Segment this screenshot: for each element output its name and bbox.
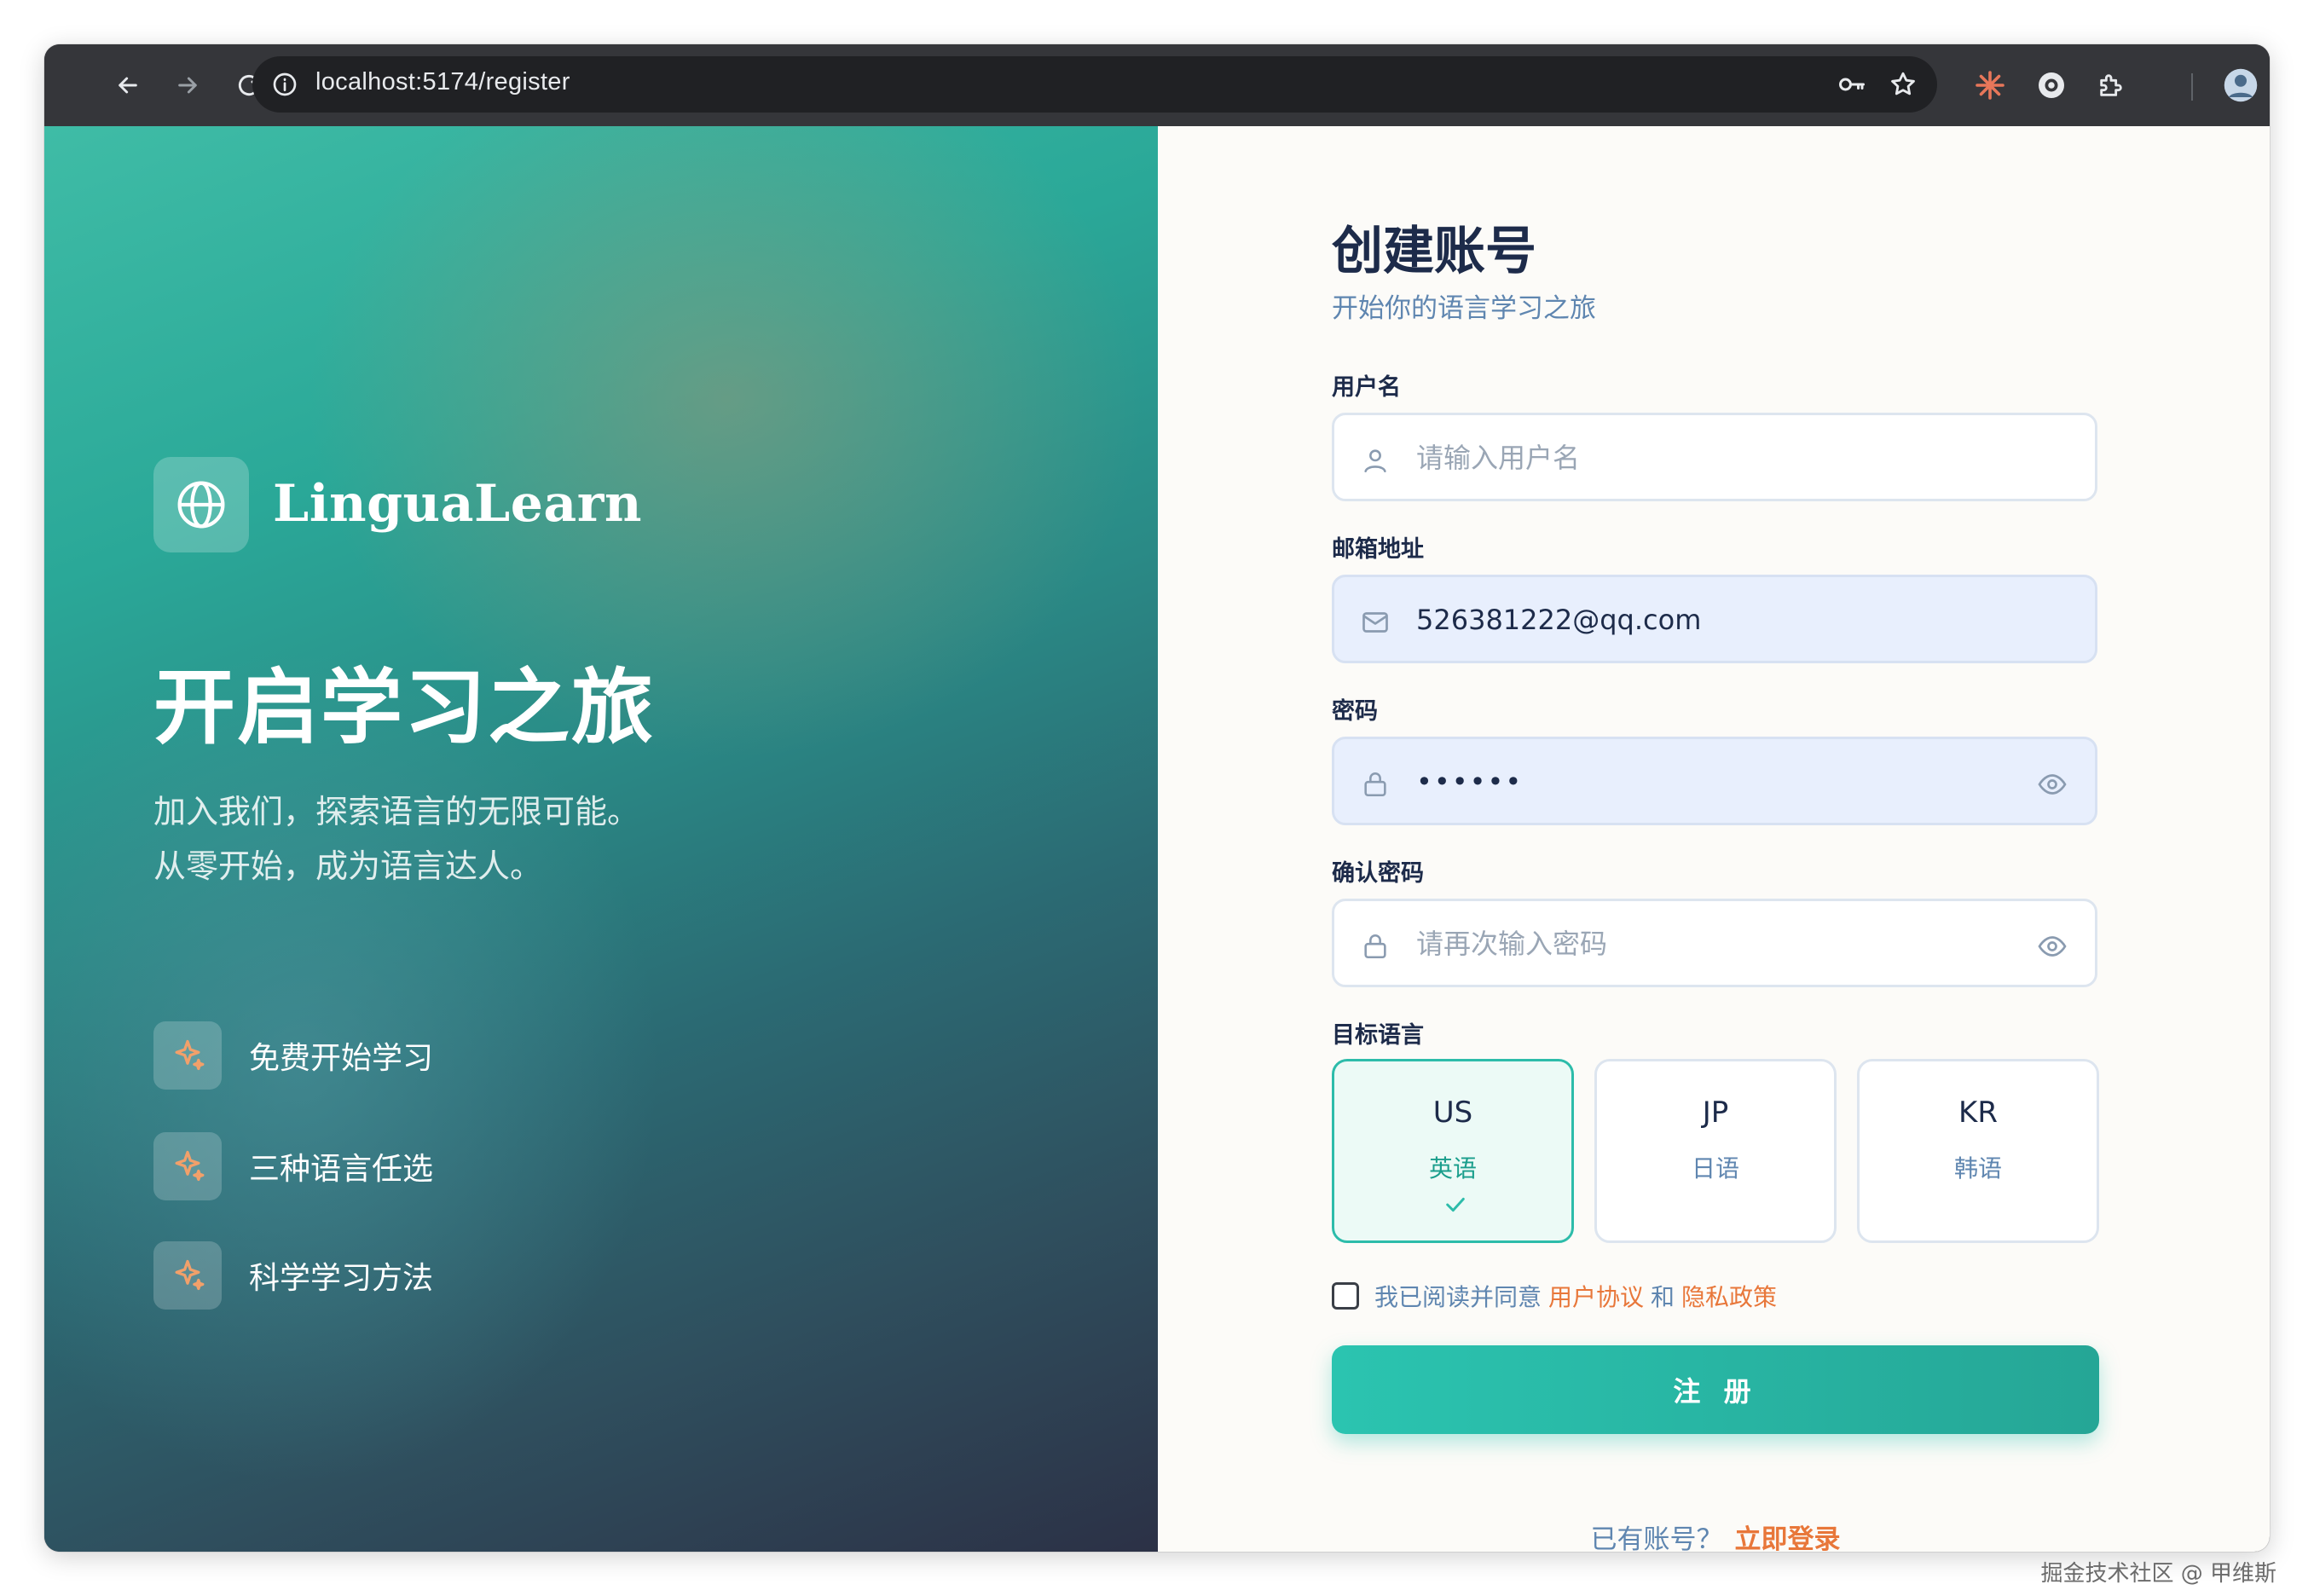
sparkle-icon [153, 1021, 222, 1090]
language-option-japanese[interactable]: JP 日语 [1594, 1059, 1837, 1243]
feature-item: 免费开始学习 [153, 1021, 433, 1090]
agree-prefix: 我已阅读并同意 [1374, 1283, 1542, 1311]
confirm-password-field-wrapper [1332, 899, 2097, 987]
feature-label: 免费开始学习 [249, 1041, 434, 1076]
language-name: 英语 [1428, 1154, 1477, 1183]
bookmark-star-icon[interactable] [1883, 64, 1924, 105]
back-arrow-icon[interactable] [104, 61, 152, 109]
forward-arrow-icon[interactable] [164, 61, 211, 109]
privacy-policy-link[interactable]: 隐私政策 [1681, 1279, 1777, 1313]
login-link[interactable]: 立即登录 [1735, 1524, 1841, 1552]
email-label: 邮箱地址 [1332, 536, 1424, 563]
agreement-row: 我已阅读并同意 用户协议 和 隐私政策 [1332, 1279, 1784, 1313]
browser-window: localhost:5174/register LinguaLearn 开启学习… [44, 44, 2270, 1552]
email-input[interactable] [1416, 594, 2013, 645]
user-agreement-link[interactable]: 用户协议 [1548, 1279, 1644, 1313]
check-icon [1446, 1197, 1465, 1212]
language-name: 日语 [1691, 1154, 1739, 1183]
mail-icon [1358, 605, 1392, 639]
confirm-password-label: 确认密码 [1332, 860, 1424, 887]
url-text: localhost:5174/register [315, 68, 570, 95]
has-account-text: 已有账号？ [1590, 1524, 1723, 1552]
brand-name: LinguaLearn [273, 474, 643, 534]
site-info-icon[interactable] [264, 64, 305, 105]
logo-tile [153, 457, 249, 552]
profile-avatar[interactable] [2220, 65, 2261, 106]
language-code: US [1432, 1096, 1473, 1130]
language-name: 韩语 [1953, 1154, 2002, 1183]
hero-desc-line-2: 从零开始，成为语言达人。 [153, 847, 543, 885]
agree-and: 和 [1651, 1283, 1675, 1311]
language-code: JP [1702, 1096, 1729, 1130]
show-confirm-password-eye-icon[interactable] [2035, 929, 2069, 963]
language-option-korean[interactable]: KR 韩语 [1857, 1059, 2099, 1243]
password-input[interactable] [1416, 756, 2013, 807]
confirm-password-input[interactable] [1416, 918, 2013, 969]
extension-sparkle-icon[interactable] [1970, 65, 2010, 106]
username-input[interactable] [1416, 432, 2013, 483]
login-prompt: 已有账号？ 立即登录 [1332, 1518, 2099, 1552]
lock-icon [1358, 929, 1392, 963]
hero-desc-line-1: 加入我们，探索语言的无限可能。 [153, 793, 640, 830]
register-button[interactable]: 注 册 [1332, 1345, 2099, 1434]
target-language-label: 目标语言 [1332, 1022, 1424, 1049]
form-title: 创建账号 [1332, 222, 1536, 281]
extension-tool-icon[interactable] [2031, 65, 2072, 106]
agree-checkbox[interactable] [1332, 1282, 1359, 1310]
register-form-panel: 创建账号 开始你的语言学习之旅 用户名 邮箱地址 密码 [1158, 126, 2270, 1552]
feature-item: 三种语言任选 [153, 1132, 433, 1200]
hero-title: 开启学习之旅 [153, 659, 655, 755]
feature-label: 科学学习方法 [249, 1261, 434, 1296]
browser-toolbar: localhost:5174/register [44, 44, 2270, 126]
password-label: 密码 [1332, 698, 1378, 725]
user-icon [1358, 443, 1392, 477]
email-field-wrapper [1332, 575, 2097, 663]
register-page: LinguaLearn 开启学习之旅 加入我们，探索语言的无限可能。 从零开始，… [44, 126, 2270, 1552]
show-password-eye-icon[interactable] [2035, 767, 2069, 801]
toolbar-divider [2191, 73, 2193, 101]
lock-icon [1358, 767, 1392, 801]
extensions-puzzle-icon[interactable] [2091, 65, 2132, 106]
feature-label: 三种语言任选 [249, 1152, 434, 1187]
username-label: 用户名 [1332, 374, 1401, 401]
password-key-icon[interactable] [1831, 64, 1872, 105]
sparkle-icon [153, 1241, 222, 1310]
language-code: KR [1958, 1096, 1998, 1130]
address-bar[interactable]: localhost:5174/register [252, 56, 1937, 113]
hero-panel: LinguaLearn 开启学习之旅 加入我们，探索语言的无限可能。 从零开始，… [44, 126, 1158, 1552]
feature-item: 科学学习方法 [153, 1241, 433, 1310]
form-subtitle: 开始你的语言学习之旅 [1332, 293, 1596, 324]
username-field-wrapper [1332, 413, 2097, 501]
password-field-wrapper [1332, 737, 2097, 825]
watermark: 掘金技术社区 @ 甲维斯 [2040, 1561, 2276, 1587]
hero-description: 加入我们，探索语言的无限可能。 从零开始，成为语言达人。 [153, 784, 639, 893]
globe-icon [177, 481, 225, 529]
sparkle-icon [153, 1132, 222, 1200]
language-option-english[interactable]: US 英语 [1332, 1059, 1574, 1243]
